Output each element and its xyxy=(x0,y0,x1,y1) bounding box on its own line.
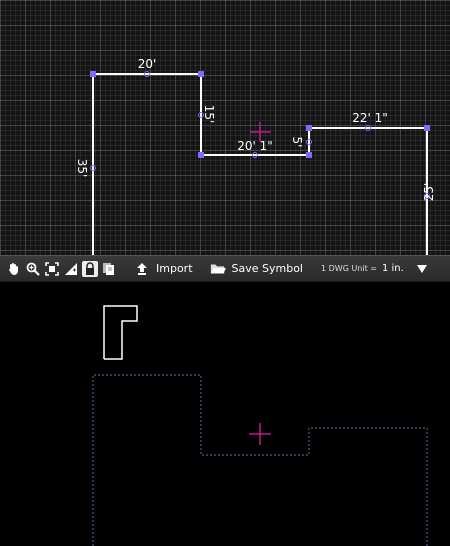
fit-icon[interactable] xyxy=(44,261,60,277)
hand-icon[interactable] xyxy=(6,261,22,277)
copy-icon[interactable] xyxy=(101,261,117,277)
scale-icon[interactable] xyxy=(63,261,79,277)
lock-icon[interactable] xyxy=(82,260,98,277)
import-label: Import xyxy=(156,262,193,275)
drawing-canvas[interactable]: 20' 15' 20' 1" 5' 22' 1" 35' 25' xyxy=(0,0,450,255)
unit-value: 1 in. xyxy=(381,263,404,274)
save-symbol-button[interactable]: Save Symbol xyxy=(207,261,303,277)
dimension-label-right: 25' xyxy=(422,183,436,202)
dimension-label-step: 5' xyxy=(290,137,304,148)
vertex-handle xyxy=(198,152,204,158)
zoom-icon[interactable] xyxy=(25,261,41,277)
symbol-thumbnail xyxy=(103,305,138,360)
vertex-handle xyxy=(198,71,204,77)
vertex-handle xyxy=(306,125,312,131)
preview-crosshair-icon xyxy=(249,423,271,445)
dimension-label-left: 35' xyxy=(75,159,89,178)
toolbar: Import Save Symbol 1 DWG Unit = 1 in. xyxy=(0,255,450,282)
vertex-handle xyxy=(90,71,96,77)
import-button[interactable]: Import xyxy=(131,261,193,277)
folder-icon xyxy=(210,261,226,277)
dimension-label-middle: 20' 1" xyxy=(237,139,273,153)
vertex-handle xyxy=(306,152,312,158)
import-icon xyxy=(134,261,150,277)
chevron-down-icon[interactable] xyxy=(414,261,430,277)
dashed-outline xyxy=(92,374,428,546)
save-symbol-label: Save Symbol xyxy=(231,262,303,275)
preview-canvas[interactable] xyxy=(0,282,450,546)
unit-label: 1 DWG Unit = xyxy=(321,264,377,273)
vertex-handle xyxy=(424,125,430,131)
dimension-label-top-left: 20' xyxy=(138,57,157,71)
dimension-label-top-right: 22' 1" xyxy=(352,111,388,125)
room-outline[interactable] xyxy=(92,73,428,255)
dimension-label-right-drop: 15' xyxy=(202,105,216,124)
